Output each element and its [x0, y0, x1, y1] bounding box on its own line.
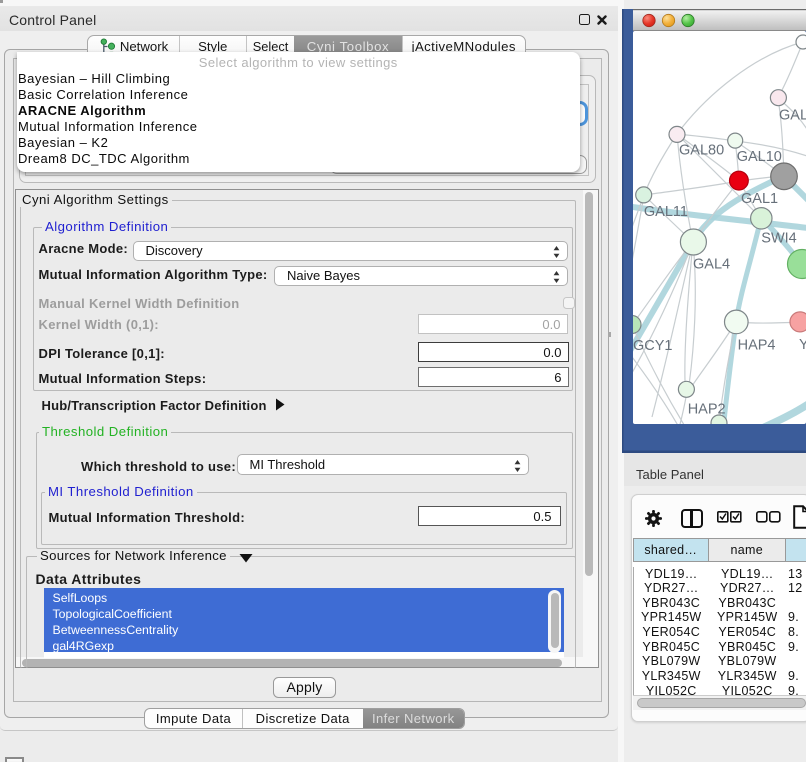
- svg-text:GCY1: GCY1: [633, 338, 673, 354]
- svg-text:GAL4: GAL4: [693, 257, 730, 273]
- svg-text:GAL11: GAL11: [644, 204, 688, 220]
- svg-text:Y: Y: [799, 337, 806, 353]
- svg-text:GAL1: GAL1: [741, 191, 778, 207]
- svg-text:SWI4: SWI4: [761, 231, 796, 247]
- svg-text:GAL10: GAL10: [737, 149, 782, 165]
- svg-text:GAL80: GAL80: [679, 143, 724, 159]
- svg-text:GAL2: GAL2: [779, 108, 806, 124]
- svg-text:HAP2: HAP2: [688, 402, 726, 418]
- svg-text:HAP4: HAP4: [738, 337, 776, 353]
